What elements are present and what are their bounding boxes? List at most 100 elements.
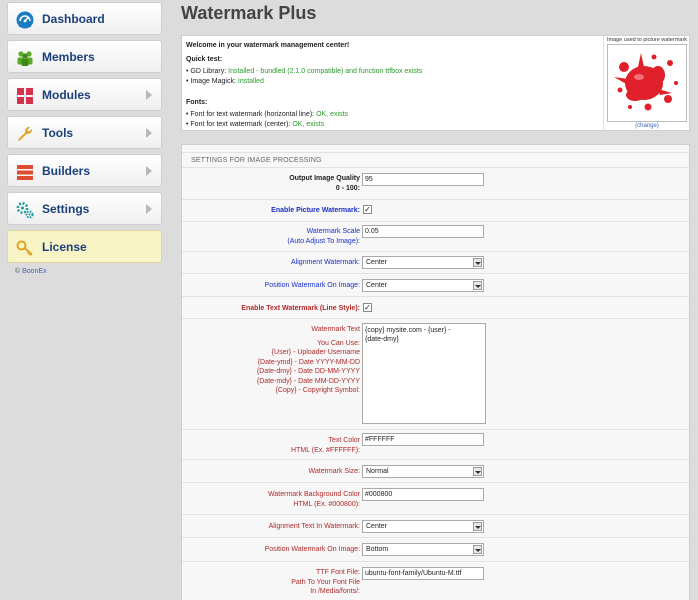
size-select[interactable]: Normal (362, 465, 484, 478)
page-title: Watermark Plus (181, 3, 317, 23)
sidebar-item-modules[interactable]: Modules (7, 78, 162, 111)
chevron-right-icon (146, 204, 152, 214)
bg-color-input[interactable]: #000800 (362, 488, 484, 501)
info-box: Welcome in your watermark management cen… (181, 35, 690, 131)
position-row: Position Watermark On Image: Center (182, 274, 689, 297)
alignment-select[interactable]: Center (362, 256, 484, 269)
position-text-select-value: Bottom (366, 546, 389, 553)
alignment-select-value: Center (366, 259, 388, 266)
sidebar-item-builders[interactable]: Builders (7, 154, 162, 187)
help-line: {User} - Uploader Username (271, 349, 360, 356)
image-magick-status: • Image Magick: Installed (186, 78, 264, 85)
enable-picture-row: Enable Picture Watermark: ✓ (182, 200, 689, 222)
chevron-down-icon[interactable] (473, 467, 482, 476)
font-center-value: OK, exists (292, 121, 325, 128)
align-text-select-value: Center (366, 523, 388, 530)
align-text-select[interactable]: Center (362, 520, 484, 533)
copyright: © BoonEx (15, 268, 47, 275)
font-center-label: Font for text watermark (center): (190, 121, 293, 128)
ttf-input[interactable]: ubuntu-font-family/Ubuntu-M.ttf (362, 567, 484, 580)
gd-value: Installed - bundled (2.1.0 compatible) a… (228, 68, 423, 75)
chevron-right-icon (146, 166, 152, 176)
help-line: {Date-ymd} - Date YYYY-MM-DD (257, 358, 360, 366)
divider (182, 152, 689, 153)
sidebar-item-label: License (42, 240, 87, 254)
text-color-input[interactable]: #FFFFFF (362, 433, 484, 446)
preview-caption: Image used to picture watermark (606, 37, 688, 43)
bg-color-label-text: Watermark Background Color (268, 491, 360, 498)
position-select-value: Center (366, 282, 388, 289)
fonts-heading: Fonts: (186, 99, 208, 106)
paint-splash-icon (614, 53, 678, 111)
scale-label-text: Watermark Scale (306, 228, 360, 235)
sidebar-item-members[interactable]: Members (7, 40, 162, 73)
sidebar-item-dashboard[interactable]: Dashboard (7, 2, 162, 35)
sidebar-item-label: Settings (42, 202, 90, 216)
modules-icon (17, 88, 33, 104)
gears-icon (16, 202, 34, 219)
font-horizontal-status: • Font for text watermark (horizontal li… (186, 111, 348, 118)
sidebar-item-settings[interactable]: Settings (7, 192, 162, 225)
dashboard-icon (16, 11, 34, 29)
key-icon (16, 240, 33, 256)
boonex-link[interactable]: BoonEx (22, 268, 47, 275)
quick-test-heading: Quick test: (186, 56, 223, 63)
enable-picture-checkbox[interactable]: ✓ (363, 205, 372, 214)
quality-label: Output Image Quality 0 - 100: (289, 174, 360, 193)
chevron-right-icon (146, 90, 152, 100)
ttf-label-text: TTF Font File: (316, 569, 360, 576)
position-select[interactable]: Center (362, 279, 484, 292)
textarea-line: {copy} mysite.com - {user} - (365, 327, 451, 334)
settings-heading: SETTINGS FOR IMAGE PROCESSING (191, 157, 322, 164)
chevron-down-icon[interactable] (473, 258, 482, 267)
enable-text-checkbox[interactable]: ✓ (363, 303, 372, 312)
help-line: {Date-mdy} - Date MM-DD-YYYY (256, 377, 360, 385)
align-text-row: Alignment Text In Watermark: Center (182, 515, 689, 538)
help-line: You Can Use: (317, 339, 360, 347)
ttf-row: TTF Font File: Path To Your Font File In… (182, 562, 689, 600)
align-text-label: Alignment Text In Watermark: (268, 523, 360, 530)
text-color-label-text: Text Color (328, 437, 360, 444)
sidebar-item-tools[interactable]: Tools (7, 116, 162, 149)
textarea-line: {date-dmy} (365, 336, 399, 343)
scale-input[interactable]: 0.05 (362, 225, 484, 238)
font-center-status: • Font for text watermark (center): OK, … (186, 121, 325, 128)
magick-label: Image Magick: (190, 78, 238, 85)
ttf-label-sub: In /Media/fonts/: (310, 588, 360, 595)
change-link[interactable]: (change) (604, 123, 690, 129)
sidebar-item-label: Tools (42, 126, 74, 140)
ttf-label-sub: Path To Your Font File (291, 578, 360, 586)
watermark-text-textarea[interactable]: {copy} mysite.com - {user} - {date-dmy} (362, 323, 486, 424)
text-color-label: Text Color HTML (Ex. #FFFFFF): (291, 436, 360, 455)
copyright-symbol: © (15, 268, 21, 275)
font-horizontal-label: Font for text watermark (horizontal line… (190, 111, 317, 118)
enable-picture-label: Enable Picture Watermark: (271, 207, 360, 214)
font-horizontal-value: OK, exists (316, 111, 348, 118)
position-text-row: Position Watermark On Image: Bottom (182, 538, 689, 562)
sidebar-item-license[interactable]: License (7, 230, 162, 263)
enable-text-row: Enable Text Watermark (Line Style): ✓ (182, 297, 689, 319)
quality-label-sub: 0 - 100: (335, 184, 360, 192)
chevron-down-icon[interactable] (473, 522, 482, 531)
watermark-preview: Image used to picture watermark (change) (603, 36, 689, 130)
scale-label-sub: (Auto Adjust To Image): (287, 237, 360, 245)
builders-icon (17, 165, 33, 180)
chevron-down-icon[interactable] (473, 545, 482, 554)
watermark-image (607, 44, 687, 122)
chevron-right-icon (146, 128, 152, 138)
bg-color-label-sub: HTML (Ex. #000800): (293, 500, 360, 508)
sidebar-item-label: Members (42, 50, 95, 64)
alignment-label: Alignment Watermark: (291, 259, 360, 266)
quality-input[interactable]: 95 (362, 173, 484, 186)
position-text-select[interactable]: Bottom (362, 543, 484, 556)
scale-label: Watermark Scale (Auto Adjust To Image): (287, 227, 360, 246)
settings-panel: SETTINGS FOR IMAGE PROCESSING Output Ima… (181, 144, 690, 600)
watermark-text-label: Watermark Text You Can Use: {User} - Upl… (257, 325, 360, 396)
magick-value: Installed (237, 78, 264, 85)
chevron-down-icon[interactable] (473, 281, 482, 290)
members-icon (17, 51, 33, 66)
help-line: {Date-dmy} - Date DD-MM-YYYY (256, 368, 360, 375)
watermark-text-row: Watermark Text You Can Use: {User} - Upl… (182, 319, 689, 430)
position-label: Position Watermark On Image: (264, 282, 360, 289)
wrench-icon (18, 126, 33, 141)
